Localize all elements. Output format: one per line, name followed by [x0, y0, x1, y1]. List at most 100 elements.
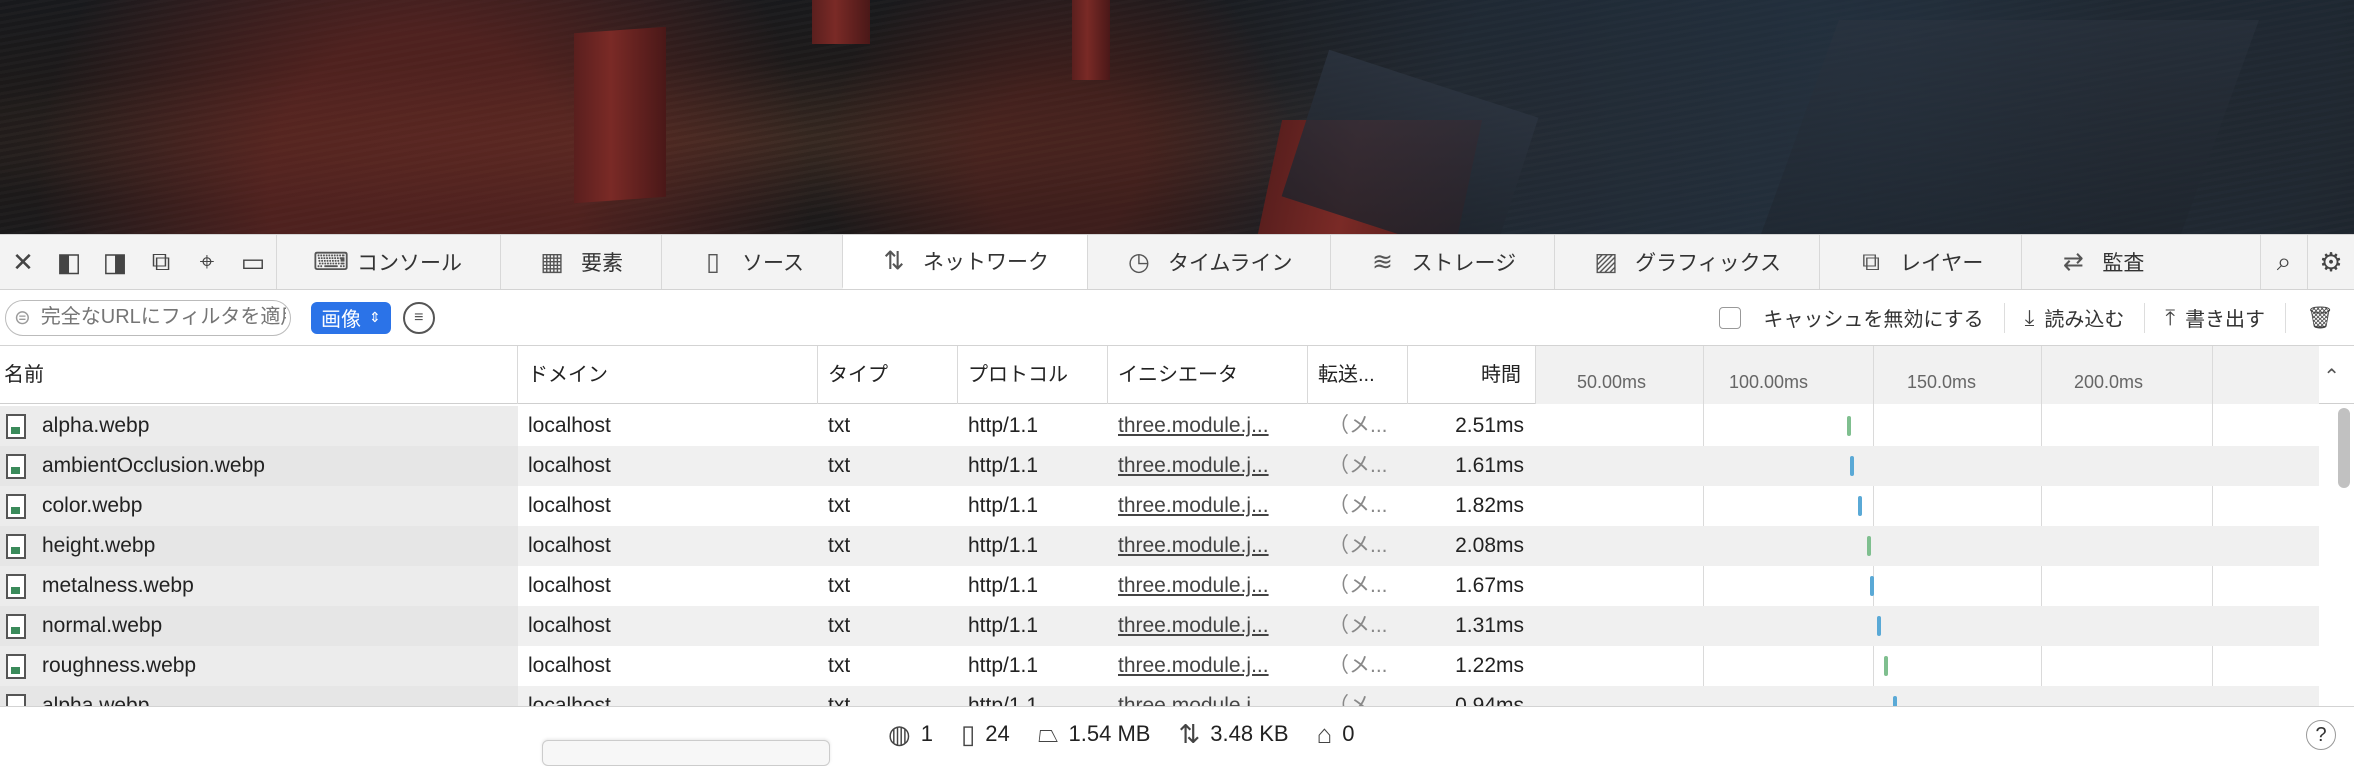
- dock-left-icon[interactable]: ◧: [46, 235, 92, 289]
- resource-time: 2.08ms: [1455, 534, 1524, 557]
- resource-domain: localhost: [528, 414, 611, 437]
- image-file-icon: [6, 534, 26, 559]
- import-button[interactable]: ⤓ 読み込む: [2003, 302, 2145, 333]
- resource-time: 1.82ms: [1455, 494, 1524, 517]
- url-filter-field[interactable]: ⊜: [5, 299, 291, 336]
- resource-type: txt: [828, 694, 851, 706]
- waterfall-bar[interactable]: [1850, 456, 1854, 476]
- waterfall-bar[interactable]: [1858, 496, 1862, 516]
- resource-type: txt: [828, 494, 851, 517]
- column-type[interactable]: タイプ: [818, 346, 958, 404]
- url-filter-input[interactable]: [38, 305, 288, 330]
- table-row[interactable]: ambientOcclusion.webp localhost txt http/1.…: [0, 446, 2319, 486]
- tab-sources[interactable]: ▯ ソース: [661, 235, 842, 289]
- resource-initiator-link[interactable]: three.module.j...: [1118, 686, 1296, 706]
- timeline-tick: 100.00ms: [1728, 372, 1808, 392]
- inspect-target-icon[interactable]: ⌖: [184, 235, 230, 289]
- tab-network[interactable]: ⇅ ネットワーク: [841, 235, 1087, 289]
- column-domain[interactable]: ドメイン: [518, 346, 818, 404]
- resource-initiator-link[interactable]: three.module.j...: [1118, 486, 1296, 526]
- column-initiator[interactable]: イニシエータ: [1108, 346, 1308, 404]
- domains-count: ◍ 1: [888, 718, 933, 749]
- image-file-icon: [6, 654, 26, 679]
- timeline-tick: 50.00ms: [1576, 372, 1646, 392]
- tab-elements[interactable]: ▦ 要素: [500, 235, 661, 289]
- table-row[interactable]: height.webp localhost txt http/1.1 three.mod…: [0, 526, 2319, 566]
- resource-name: color.webp: [0, 486, 518, 526]
- timeline-icon: ◷: [1128, 248, 1150, 276]
- resource-domain: localhost: [528, 534, 611, 557]
- network-filter-bar: ⊜ 画像 ⇕ ≡ キャッシュを無効にする ⤓ 読み込む ⤒ 書き出す 🗑: [0, 290, 2354, 346]
- filter-options-icon[interactable]: ≡: [402, 301, 435, 334]
- help-button[interactable]: ?: [2306, 720, 2336, 750]
- clear-button[interactable]: 🗑: [2285, 302, 2354, 333]
- resource-initiator-link[interactable]: three.module.j...: [1118, 646, 1296, 686]
- waterfall-bar[interactable]: [1884, 656, 1888, 676]
- waterfall-bar[interactable]: [1867, 536, 1871, 556]
- waterfall-bar[interactable]: [1847, 416, 1851, 436]
- close-icon[interactable]: ✕: [0, 235, 46, 289]
- waterfall-bar[interactable]: [1877, 616, 1881, 636]
- table-row[interactable]: alpha.webp localhost txt http/1.1 three.modu…: [0, 686, 2319, 706]
- tab-graphics[interactable]: ▨ グラフィックス: [1554, 235, 1819, 289]
- network-icon: ⇅: [883, 247, 905, 275]
- tab-console[interactable]: ⌨ コンソール: [276, 235, 500, 289]
- chevron-up-icon[interactable]: ⌃: [2323, 364, 2340, 389]
- table-row[interactable]: normal.webp localhost txt http/1.1 three.mod…: [0, 606, 2319, 646]
- undock-icon[interactable]: ⧉: [138, 235, 184, 289]
- resource-transfer: （メ...: [1328, 654, 1388, 677]
- resource-type: txt: [828, 614, 851, 637]
- timeline-tick: 150.0ms: [1906, 372, 1976, 392]
- webgl-viewport[interactable]: [0, 0, 2354, 234]
- table-row[interactable]: metalness.webp localhost txt http/1.1 three.…: [0, 566, 2319, 606]
- resource-type-select[interactable]: 画像 ⇕: [311, 301, 391, 334]
- resource-initiator-link[interactable]: three.module.j...: [1118, 606, 1296, 646]
- resource-name: alpha.webp: [0, 406, 518, 446]
- waterfall-bar[interactable]: [1870, 576, 1874, 596]
- disable-cache-checkbox[interactable]: [1719, 306, 1742, 329]
- resource-protocol: http/1.1: [968, 614, 1039, 637]
- resource-domain: localhost: [528, 654, 611, 677]
- filter-icon: ⊜: [14, 307, 31, 329]
- resource-transfer: （メ...: [1328, 414, 1388, 437]
- device-icon[interactable]: ▭: [230, 235, 276, 289]
- column-time[interactable]: 時間: [1408, 346, 1536, 404]
- table-row[interactable]: alpha.webp localhost txt http/1.1 three.modu…: [0, 406, 2319, 446]
- dock-right-icon[interactable]: ◨: [92, 235, 138, 289]
- scene-slab: [1761, 20, 2259, 234]
- column-transfer[interactable]: 転送...: [1308, 346, 1408, 404]
- resource-initiator-link[interactable]: three.module.j...: [1118, 526, 1296, 566]
- image-file-icon: [6, 614, 26, 639]
- export-button[interactable]: ⤒ 書き出す: [2144, 302, 2285, 333]
- resource-protocol: http/1.1: [968, 654, 1039, 677]
- waterfall-bar[interactable]: [1893, 696, 1897, 706]
- devtools-tab-bar: ✕ ◧ ◨ ⧉ ⌖ ▭ ⌨ コンソール ▦ 要素 ▯ ソース ⇅ ネットワーク ◷ タイム…: [0, 234, 2354, 290]
- tab-storage[interactable]: ≋ ストレージ: [1330, 235, 1554, 289]
- resource-transfer: （メ...: [1328, 534, 1388, 557]
- resource-initiator-link[interactable]: three.module.j...: [1118, 566, 1296, 606]
- gear-icon[interactable]: ⚙: [2307, 235, 2354, 289]
- resource-initiator-link[interactable]: three.module.j...: [1118, 446, 1296, 486]
- resource-domain: localhost: [528, 454, 611, 477]
- storage-icon: ≋: [1372, 248, 1393, 276]
- resources-count: ▯ 24: [960, 718, 1010, 749]
- table-row[interactable]: color.webp localhost txt http/1.1 three.modu…: [0, 486, 2319, 526]
- scene-pillar: [1072, 0, 1110, 80]
- resource-initiator-link[interactable]: three.module.j...: [1118, 406, 1296, 446]
- search-icon[interactable]: ⌕: [2260, 235, 2307, 289]
- resource-protocol: http/1.1: [968, 494, 1039, 517]
- network-status-bar: ◍ 1 ▯ 24 ⏢ 1.54 MB ⇅ 3.48 KB ⌂ 0 ?: [0, 706, 2354, 760]
- tab-audit[interactable]: ⇄ 監査: [2021, 235, 2182, 289]
- table-row[interactable]: roughness.webp localhost txt http/1.1 three.…: [0, 646, 2319, 686]
- errors-count: ⌂ 0: [1316, 718, 1355, 749]
- column-protocol[interactable]: プロトコル: [958, 346, 1108, 404]
- vertical-scrollbar[interactable]: [2336, 408, 2352, 706]
- scrollbar-thumb[interactable]: [2338, 408, 2350, 488]
- tab-timeline[interactable]: ◷ タイムライン: [1086, 235, 1331, 289]
- timeline-tick: 200.0ms: [2073, 372, 2143, 392]
- resource-time: 2.51ms: [1455, 414, 1524, 437]
- column-name[interactable]: 名前: [0, 346, 518, 404]
- tab-layers[interactable]: ⧉ レイヤー: [1819, 235, 2021, 289]
- resource-time: 0.94ms: [1455, 694, 1524, 706]
- resource-time: 1.67ms: [1455, 574, 1524, 597]
